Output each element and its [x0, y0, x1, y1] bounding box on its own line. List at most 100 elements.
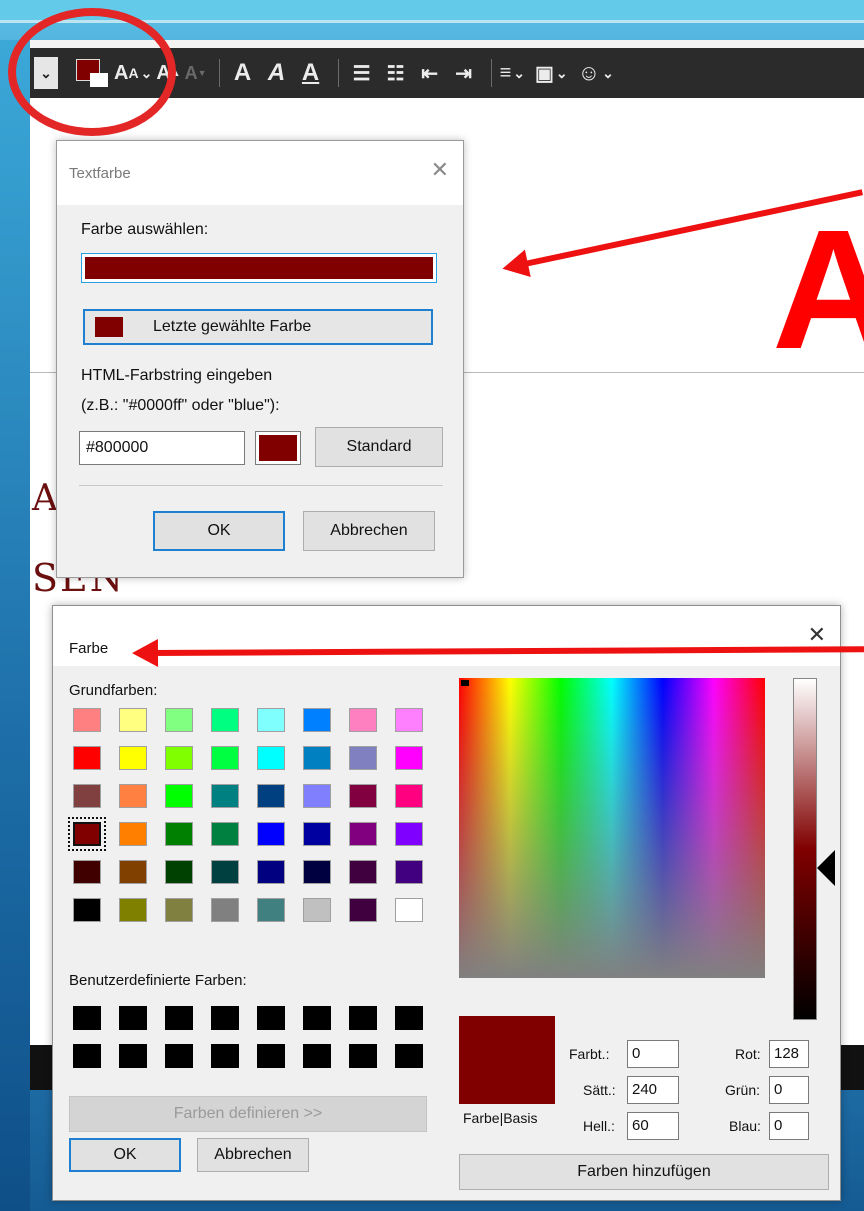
custom-color-swatch[interactable] [119, 1044, 147, 1068]
red-field[interactable]: 128 [769, 1040, 809, 1068]
cancel-button[interactable]: Abbrechen [303, 511, 435, 551]
numbered-list-icon[interactable]: ☷ [381, 55, 411, 91]
custom-color-swatch[interactable] [349, 1006, 377, 1030]
luminance-field[interactable]: 60 [627, 1112, 679, 1140]
luminance-arrow-icon[interactable] [817, 850, 835, 886]
blue-field[interactable]: 0 [769, 1112, 809, 1140]
bullet-list-icon[interactable]: ☰ [347, 55, 377, 91]
basic-color-swatch[interactable] [303, 784, 331, 808]
custom-color-swatch[interactable] [257, 1044, 285, 1068]
insert-image-icon[interactable]: ▣ ⌄ [535, 55, 568, 91]
spectrum-crosshair[interactable] [461, 680, 469, 686]
basic-color-swatch[interactable] [395, 784, 423, 808]
highlight-circle [8, 8, 176, 136]
basic-color-swatch[interactable] [349, 784, 377, 808]
custom-color-swatch[interactable] [165, 1006, 193, 1030]
basic-color-swatch[interactable] [395, 860, 423, 884]
basic-color-swatch[interactable] [68, 817, 106, 851]
hex-color-input[interactable]: #800000 [79, 431, 245, 465]
bold-icon[interactable]: A [228, 55, 258, 91]
standard-button[interactable]: Standard [315, 427, 443, 467]
emoji-icon[interactable]: ☺ ⌄ [578, 55, 614, 91]
custom-color-swatch[interactable] [395, 1006, 423, 1030]
custom-color-swatch[interactable] [349, 1044, 377, 1068]
basic-color-swatch[interactable] [257, 898, 285, 922]
cancel-button[interactable]: Abbrechen [197, 1138, 309, 1172]
basic-color-swatch[interactable] [349, 898, 377, 922]
align-icon[interactable]: ≡ ⌄ [500, 55, 525, 91]
basic-color-swatch[interactable] [211, 708, 239, 732]
selected-color-swatch[interactable] [81, 253, 437, 283]
basic-color-swatch[interactable] [119, 708, 147, 732]
custom-color-swatch[interactable] [395, 1044, 423, 1068]
basic-color-swatch[interactable] [349, 746, 377, 770]
basic-color-swatch[interactable] [303, 708, 331, 732]
basic-color-swatch[interactable] [119, 746, 147, 770]
basic-color-swatch[interactable] [119, 860, 147, 884]
shrink-font-icon[interactable]: A ▼ [185, 55, 207, 91]
basic-color-swatch[interactable] [211, 784, 239, 808]
basic-color-swatch[interactable] [257, 746, 285, 770]
ok-button[interactable]: OK [153, 511, 285, 551]
last-color-label: Letzte gewählte Farbe [153, 318, 312, 335]
increase-indent-icon[interactable]: ⇥ [449, 55, 479, 91]
basic-color-swatch[interactable] [257, 822, 285, 846]
basic-color-swatch[interactable] [73, 708, 101, 732]
basic-color-swatch[interactable] [73, 898, 101, 922]
custom-color-swatch[interactable] [211, 1006, 239, 1030]
green-field[interactable]: 0 [769, 1076, 809, 1104]
basic-color-swatch[interactable] [395, 708, 423, 732]
close-icon[interactable]: ✕ [431, 157, 449, 183]
custom-color-swatch[interactable] [165, 1044, 193, 1068]
saturation-field[interactable]: 240 [627, 1076, 679, 1104]
basic-color-swatch[interactable] [211, 746, 239, 770]
custom-color-swatch[interactable] [257, 1006, 285, 1030]
custom-color-swatch[interactable] [303, 1044, 331, 1068]
custom-color-swatch[interactable] [73, 1044, 101, 1068]
custom-color-swatch[interactable] [303, 1006, 331, 1030]
basic-color-swatch[interactable] [303, 860, 331, 884]
basic-color-swatch[interactable] [73, 746, 101, 770]
basic-color-swatch[interactable] [165, 898, 193, 922]
luminance-slider[interactable] [793, 678, 817, 1020]
basic-color-swatch[interactable] [211, 860, 239, 884]
italic-icon[interactable]: A [262, 55, 292, 91]
basic-color-swatch[interactable] [395, 898, 423, 922]
slide-text-fragment: A [32, 478, 58, 519]
basic-color-swatch[interactable] [395, 746, 423, 770]
basic-color-swatch[interactable] [395, 822, 423, 846]
last-color-button[interactable]: Letzte gewählte Farbe [83, 309, 433, 345]
basic-color-swatch[interactable] [165, 860, 193, 884]
basic-color-swatch[interactable] [349, 822, 377, 846]
basic-color-swatch[interactable] [165, 708, 193, 732]
close-icon[interactable]: ✕ [808, 622, 826, 648]
basic-color-swatch[interactable] [211, 822, 239, 846]
basic-color-swatch[interactable] [303, 822, 331, 846]
basic-color-swatch[interactable] [119, 784, 147, 808]
custom-color-swatch[interactable] [119, 1006, 147, 1030]
custom-color-swatch[interactable] [211, 1044, 239, 1068]
basic-color-swatch[interactable] [257, 860, 285, 884]
basic-color-swatch[interactable] [165, 746, 193, 770]
basic-color-swatch[interactable] [211, 898, 239, 922]
custom-color-swatch[interactable] [73, 1006, 101, 1030]
basic-color-swatch[interactable] [165, 822, 193, 846]
define-colors-button[interactable]: Farben definieren >> [69, 1096, 427, 1132]
basic-color-swatch[interactable] [165, 784, 193, 808]
ok-button[interactable]: OK [69, 1138, 181, 1172]
basic-color-swatch[interactable] [119, 898, 147, 922]
basic-color-swatch[interactable] [73, 784, 101, 808]
underline-icon[interactable]: A [296, 55, 326, 91]
basic-color-swatch[interactable] [349, 708, 377, 732]
basic-color-swatch[interactable] [257, 784, 285, 808]
color-spectrum[interactable] [459, 678, 765, 978]
hue-field[interactable]: 0 [627, 1040, 679, 1068]
basic-color-swatch[interactable] [303, 898, 331, 922]
basic-color-swatch[interactable] [303, 746, 331, 770]
basic-color-swatch[interactable] [73, 860, 101, 884]
basic-color-swatch[interactable] [349, 860, 377, 884]
decrease-indent-icon[interactable]: ⇤ [415, 55, 445, 91]
basic-color-swatch[interactable] [257, 708, 285, 732]
basic-color-swatch[interactable] [119, 822, 147, 846]
add-colors-button[interactable]: Farben hinzufügen [459, 1154, 829, 1190]
